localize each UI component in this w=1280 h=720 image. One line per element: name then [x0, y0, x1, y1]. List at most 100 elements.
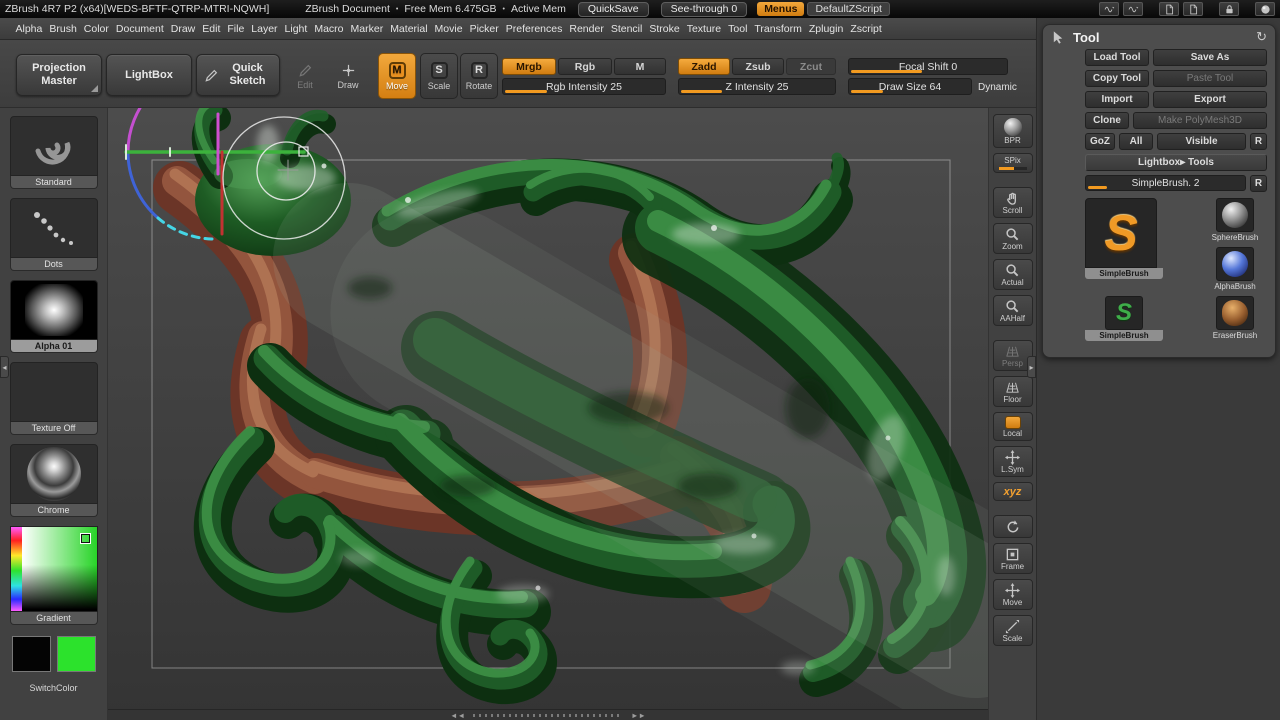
menu-item[interactable]: Edit [199, 23, 224, 35]
r-button[interactable]: R [1250, 133, 1267, 150]
bpr-render-button[interactable]: BPR [992, 114, 1033, 148]
export-button[interactable]: Export [1153, 91, 1267, 108]
menu-item[interactable]: Alpha [12, 23, 46, 35]
stroke-selector[interactable]: Dots [9, 198, 98, 271]
lsym-button[interactable]: L.Sym [992, 446, 1033, 477]
tool-thumb-spherebrush[interactable] [1216, 198, 1254, 232]
tool-thumb-alphabrush[interactable] [1216, 247, 1254, 281]
draw-size-slider[interactable]: Draw Size 64 [848, 78, 972, 95]
active-tool-slider[interactable]: SimpleBrush. 2 [1085, 175, 1246, 191]
rgb-intensity-slider[interactable]: Rgb Intensity 25 [502, 78, 666, 95]
hue-strip[interactable] [10, 527, 22, 611]
menu-item[interactable]: Stencil [607, 23, 646, 35]
secondary-color-swatch[interactable] [56, 636, 96, 672]
zsigil-icon[interactable] [1099, 2, 1119, 16]
menu-item[interactable]: Macro [311, 23, 347, 35]
menu-item[interactable]: Layer [248, 23, 281, 35]
alpha-selector[interactable]: Alpha 01 [9, 280, 98, 353]
material-selector[interactable]: Chrome [9, 444, 98, 517]
zadd-button[interactable]: Zadd [678, 58, 730, 75]
z-intensity-slider[interactable]: Z Intensity 25 [678, 78, 836, 95]
xyz-axis-button[interactable]: xyz [992, 482, 1033, 501]
move-mode-button[interactable]: M Move [378, 53, 416, 99]
scroll-right-arrows[interactable]: ►► [631, 711, 646, 720]
menu-item[interactable]: Document [112, 23, 167, 35]
import-button[interactable]: Import [1085, 91, 1149, 108]
menu-item[interactable]: Color [80, 23, 112, 35]
tool-thumb-simplebrush[interactable]: S [1085, 198, 1157, 268]
aahalf-button[interactable]: AAHalf [992, 295, 1033, 326]
frame-button[interactable]: Frame [992, 543, 1033, 574]
refresh-icon[interactable]: ↻ [1256, 29, 1267, 45]
export-doc-icon[interactable] [1159, 2, 1179, 16]
menu-item[interactable]: Tool [725, 23, 751, 35]
menu-item[interactable]: Zplugin [805, 23, 846, 35]
zsigil-icon-2[interactable] [1123, 2, 1143, 16]
import-doc-icon[interactable] [1183, 2, 1203, 16]
local-symmetry-button[interactable]: Local [992, 412, 1033, 441]
menu-item[interactable]: Movie [431, 23, 466, 35]
document-canvas[interactable] [108, 108, 988, 720]
actual-size-button[interactable]: Actual [992, 259, 1033, 290]
menu-item[interactable]: Marker [347, 23, 387, 35]
default-zscript-button[interactable]: DefaultZScript [807, 2, 890, 16]
canvas-h-scrollbar[interactable]: ◄◄ ►► [108, 709, 988, 720]
zsub-button[interactable]: Zsub [732, 58, 784, 75]
clone-button[interactable]: Clone [1085, 112, 1129, 129]
brush-selector[interactable]: Standard [9, 116, 98, 189]
texture-selector[interactable]: Texture Off [9, 362, 98, 435]
menus-toggle-button[interactable]: Menus [757, 2, 805, 16]
menu-item[interactable]: Brush [46, 23, 80, 35]
save-as-button[interactable]: Save As [1153, 49, 1267, 66]
menu-item[interactable]: Render [566, 23, 607, 35]
move-view-button[interactable]: Move [992, 579, 1033, 610]
scale-view-button[interactable]: Scale [992, 615, 1033, 646]
menu-item[interactable]: Draw [167, 23, 199, 35]
goz-button[interactable]: GoZ [1085, 133, 1115, 150]
help-sphere-icon[interactable] [1255, 2, 1275, 16]
mrgb-button[interactable]: Mrgb [502, 58, 556, 75]
rotate-view-button[interactable] [992, 515, 1033, 538]
zcut-button[interactable]: Zcut [786, 58, 836, 75]
scale-mode-button[interactable]: S Scale [420, 53, 458, 99]
m-button[interactable]: M [614, 58, 666, 75]
projection-master-button[interactable]: Projection Master [16, 54, 102, 96]
load-tool-button[interactable]: Load Tool [1085, 49, 1149, 66]
main-color-swatch[interactable] [11, 636, 51, 672]
rgb-button[interactable]: Rgb [558, 58, 612, 75]
menu-item[interactable]: File [224, 23, 248, 35]
left-tray-handle[interactable]: ◂ [0, 356, 9, 378]
tool-thumb-simplebrush-2[interactable]: S [1105, 296, 1143, 330]
canvas-area[interactable]: ◄◄ ►► [108, 108, 988, 720]
saturation-value-area[interactable] [21, 527, 97, 611]
menu-item[interactable]: Picker [466, 23, 502, 35]
draw-mode-button[interactable]: Draw [330, 53, 366, 99]
menu-item[interactable]: Texture [683, 23, 724, 35]
spix-slider[interactable]: SPix [992, 153, 1033, 173]
focal-shift-slider[interactable]: Focal Shift 0 [848, 58, 1008, 75]
quicksave-button[interactable]: QuickSave [577, 1, 649, 17]
lock-icon[interactable] [1219, 2, 1239, 16]
color-picker[interactable]: Gradient [9, 526, 98, 625]
lightbox-button[interactable]: LightBox [106, 54, 192, 96]
make-polymesh3d-button[interactable]: Make PolyMesh3D [1133, 112, 1267, 129]
right-tray-handle[interactable]: ▸ [1027, 356, 1036, 378]
paste-tool-button[interactable]: Paste Tool [1153, 70, 1267, 87]
scroll-view-button[interactable]: Scroll [992, 187, 1033, 218]
tool-thumb-eraserbrush[interactable] [1216, 296, 1254, 330]
menu-item[interactable]: Material [387, 23, 431, 35]
scroll-left-arrows[interactable]: ◄◄ [450, 711, 465, 720]
r-button-2[interactable]: R [1250, 175, 1267, 192]
copy-tool-button[interactable]: Copy Tool [1085, 70, 1149, 87]
rotate-mode-button[interactable]: R Rotate [460, 53, 498, 99]
lightbox-tools-header[interactable]: Lightbox▸ Tools [1085, 154, 1267, 171]
goz-visible-button[interactable]: Visible [1157, 133, 1246, 150]
zoom-view-button[interactable]: Zoom [992, 223, 1033, 254]
goz-all-button[interactable]: All [1119, 133, 1153, 150]
dynamic-mode-label[interactable]: Dynamic [978, 82, 1017, 93]
menu-item[interactable]: Stroke [646, 23, 683, 35]
see-through-slider[interactable]: See-through 0 [660, 1, 748, 17]
scroll-track[interactable] [473, 713, 623, 717]
quick-sketch-button[interactable]: Quick Sketch [196, 54, 280, 96]
switch-color-button[interactable]: SwitchColor [29, 683, 77, 693]
